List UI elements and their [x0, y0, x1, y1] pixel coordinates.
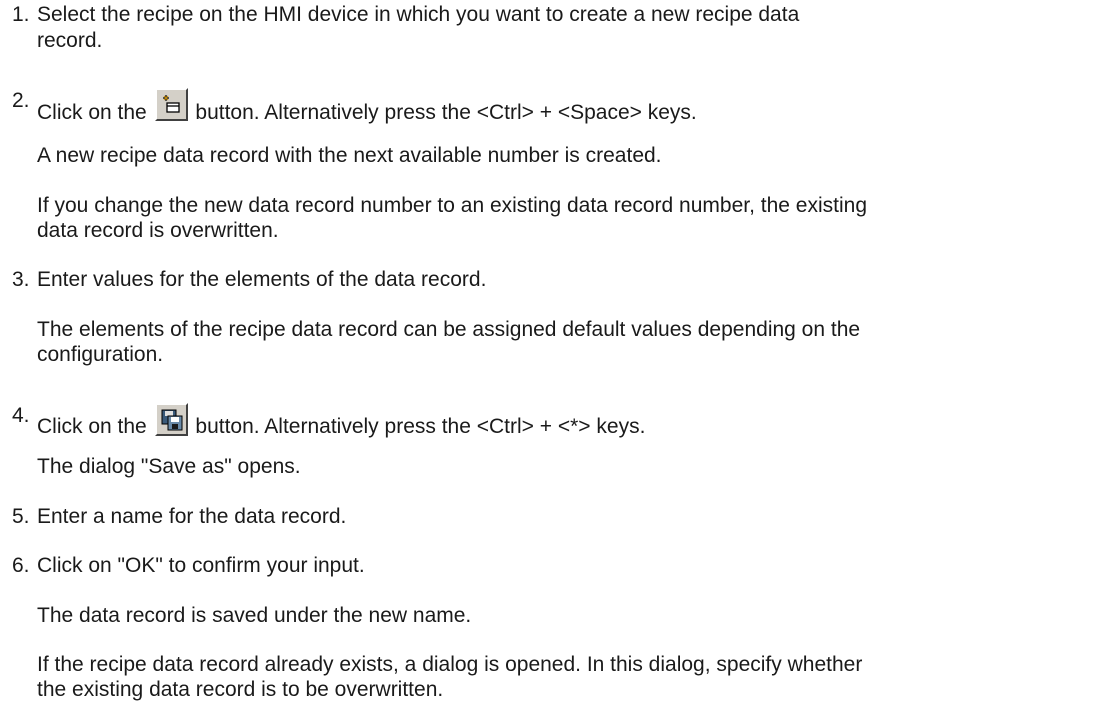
step-text: Select the recipe on the HMI device in w… — [37, 3, 800, 26]
result-text: If the recipe data record already exists… — [37, 653, 863, 676]
step-text-before: Click on the — [37, 101, 147, 124]
step-text-before: Click on the — [37, 415, 147, 438]
step-text-after: button. Alternatively press the <Ctrl> +… — [195, 415, 646, 438]
result-text: The data record is saved under the new n… — [37, 604, 472, 627]
new-record-icon[interactable] — [154, 88, 188, 121]
step-number: 4. — [12, 404, 30, 427]
step-number: 1. — [12, 3, 30, 26]
result-text: If you change the new data record number… — [37, 194, 868, 217]
step-text: Enter values for the elements of the dat… — [37, 268, 487, 291]
step-number: 5. — [12, 505, 30, 528]
result-text: the existing data record is to be overwr… — [37, 678, 444, 701]
step-number: 6. — [12, 554, 30, 577]
result-text: The dialog "Save as" opens. — [37, 455, 301, 478]
step-text: Click on the button. Alternatively press… — [37, 403, 645, 439]
result-text: data record is overwritten. — [37, 219, 279, 242]
step-text-after: button. Alternatively press the <Ctrl> +… — [195, 101, 697, 124]
step-number: 3. — [12, 268, 30, 291]
result-text: configuration. — [37, 343, 164, 366]
result-text: The elements of the recipe data record c… — [37, 318, 861, 341]
result-text: A new recipe data record with the next a… — [37, 144, 662, 167]
step-text: Enter a name for the data record. — [37, 505, 347, 528]
save-record-icon[interactable] — [154, 403, 188, 436]
step-number: 2. — [12, 89, 30, 112]
step-text: record. — [37, 29, 103, 52]
step-text: Click on "OK" to confirm your input. — [37, 554, 365, 577]
step-text: Click on the button. Alternatively press… — [37, 88, 697, 125]
